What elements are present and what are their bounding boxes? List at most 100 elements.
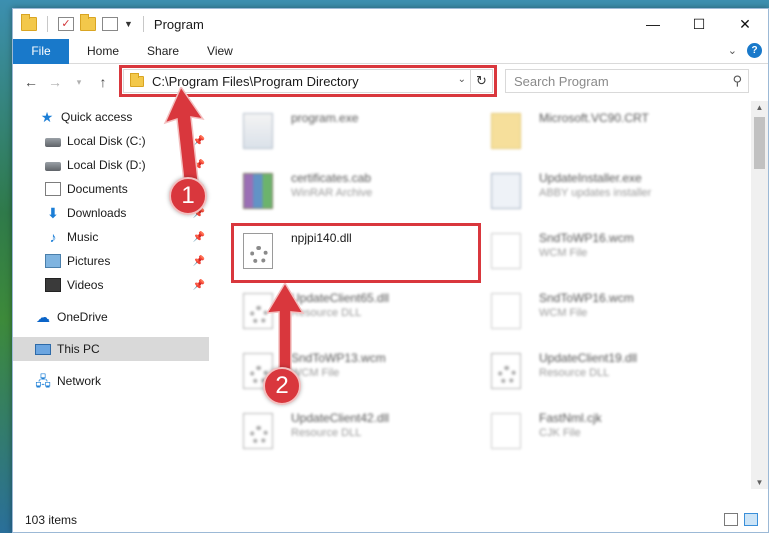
file-name: UpdateClient42.dll [291,411,390,425]
sidebar-item-label: Pictures [67,254,111,268]
sidebar-item-label: Local Disk (C:) [67,134,146,148]
customize-icon[interactable] [102,17,118,31]
sidebar-item-label: Quick access [61,110,133,124]
cloud-icon: ☁ [36,309,50,325]
maximize-button[interactable]: ☐ [676,9,722,39]
videos-icon [45,278,61,292]
quick-access-toolbar: ✓ ▼ [21,14,148,32]
file-name: certificates.cab [291,171,372,185]
file-item[interactable]: SndToWP16.wcm WCM File [483,283,723,339]
file-type: WinRAR Archive [291,187,373,199]
file-item[interactable]: UpdateClient42.dll Resource DLL [235,403,475,459]
archive-file-icon [243,173,273,209]
file-name: UpdateClient19.dll [539,351,638,365]
disk-icon [45,162,61,171]
tab-view[interactable]: View [193,44,247,58]
tab-home[interactable]: Home [73,44,133,58]
file-item[interactable]: certificates.cab WinRAR Archive [235,163,475,219]
file-item[interactable]: SndToWP16.wcm WCM File [483,223,723,279]
music-icon: ♪ [49,229,57,245]
sidebar-item-label: Documents [67,182,128,196]
sidebar-item-this-pc[interactable]: This PC [13,337,209,361]
pin-icon[interactable]: 📌 [193,280,205,291]
window-controls: — ☐ ✕ [630,9,768,39]
scroll-down-icon[interactable]: ▼ [751,478,768,487]
file-name: SndToWP16.wcm [539,231,634,245]
toolbar-separator [142,16,144,32]
status-bar: 103 items [13,508,768,532]
file-name: Microsoft.VC90.CRT [539,111,649,125]
ribbon-right-controls: ⌄ ? [728,43,762,58]
back-arrow-icon[interactable]: ← [19,74,43,90]
scroll-thumb[interactable] [754,117,765,169]
downloads-icon: ⬇ [47,205,59,221]
expand-ribbon-icon[interactable]: ⌄ [728,44,737,57]
search-box[interactable]: Search Program ⚲ [505,69,749,93]
sidebar-item-onedrive[interactable]: ☁ OneDrive [13,305,209,329]
file-type: Resource DLL [291,427,362,439]
details-view-icon[interactable] [724,513,738,526]
file-type: WCM File [539,247,588,259]
file-item[interactable]: UpdateClient19.dll Resource DLL [483,343,723,399]
view-switcher [724,513,758,526]
pin-icon[interactable]: 📌 [193,256,205,267]
vertical-scrollbar[interactable]: ▲ ▼ [751,101,768,489]
sidebar-item-label: Downloads [67,206,127,220]
step-1-badge: 1 [169,177,207,215]
sidebar-item-label: Local Disk (D:) [67,158,146,172]
new-folder-icon[interactable] [80,14,96,31]
star-icon: ★ [40,109,54,125]
scroll-up-icon[interactable]: ▲ [751,103,768,112]
pictures-icon [45,254,61,268]
file-name: program.exe [291,111,359,125]
file-name: FastNml.cjk [539,411,602,425]
documents-icon [45,182,61,196]
file-icon [491,233,521,269]
window-title: Program [153,16,204,32]
file-name: UpdateInstaller.exe [539,171,642,185]
search-icon[interactable]: ⚲ [732,73,742,89]
customize-dropdown-icon[interactable]: ▼ [124,19,133,29]
folder-icon [21,14,37,31]
sidebar-item-pictures[interactable]: Pictures 📌 [13,249,209,273]
file-item[interactable]: program.exe [235,103,475,159]
help-icon[interactable]: ? [747,43,762,58]
file-name: SndToWP16.wcm [539,291,634,305]
tab-file[interactable]: File [13,38,69,64]
exe-file-icon [243,113,273,149]
file-item[interactable]: FastNml.cjk CJK File [483,403,723,459]
sidebar-item-label: Videos [67,278,104,292]
dll-file-icon [491,353,521,389]
pin-icon[interactable]: 📌 [193,232,205,243]
sidebar-item-label: OneDrive [57,310,108,324]
tiles-view-icon[interactable] [744,513,758,526]
explorer-window: ✓ ▼ Program — ☐ ✕ File Home Share View ⌄… [12,8,769,533]
file-icon [491,293,521,329]
network-icon: 🖧 [35,373,51,389]
file-item[interactable]: Microsoft.VC90.CRT [483,103,723,159]
step-2-badge: 2 [263,367,301,405]
installer-file-icon [491,173,521,209]
recent-locations-icon[interactable]: ▾ [67,77,91,88]
toolbar-separator [47,16,48,32]
gear-icon [498,366,516,384]
file-type: WCM File [539,307,588,319]
item-count: 103 items [25,513,78,527]
computer-icon [35,343,51,355]
dll-file-icon [243,413,273,449]
sidebar-item-network[interactable]: 🖧 Network [13,369,209,393]
properties-check-icon[interactable]: ✓ [58,17,74,31]
sidebar-item-music[interactable]: ♪ Music 📌 [13,225,209,249]
tab-share[interactable]: Share [133,44,193,58]
close-button[interactable]: ✕ [722,9,768,39]
file-item[interactable]: UpdateInstaller.exe ABBY updates install… [483,163,723,219]
sidebar-item-videos[interactable]: Videos 📌 [13,273,209,297]
forward-arrow-icon[interactable]: → [43,74,67,90]
file-icon [491,413,521,449]
up-arrow-icon[interactable]: ↑ [91,74,115,90]
sidebar-item-label: This PC [57,342,100,356]
file-type: Resource DLL [539,367,610,379]
minimize-button[interactable]: — [630,9,676,39]
search-input[interactable]: Search Program [514,74,609,89]
title-bar: ✓ ▼ Program — ☐ ✕ [13,9,768,39]
